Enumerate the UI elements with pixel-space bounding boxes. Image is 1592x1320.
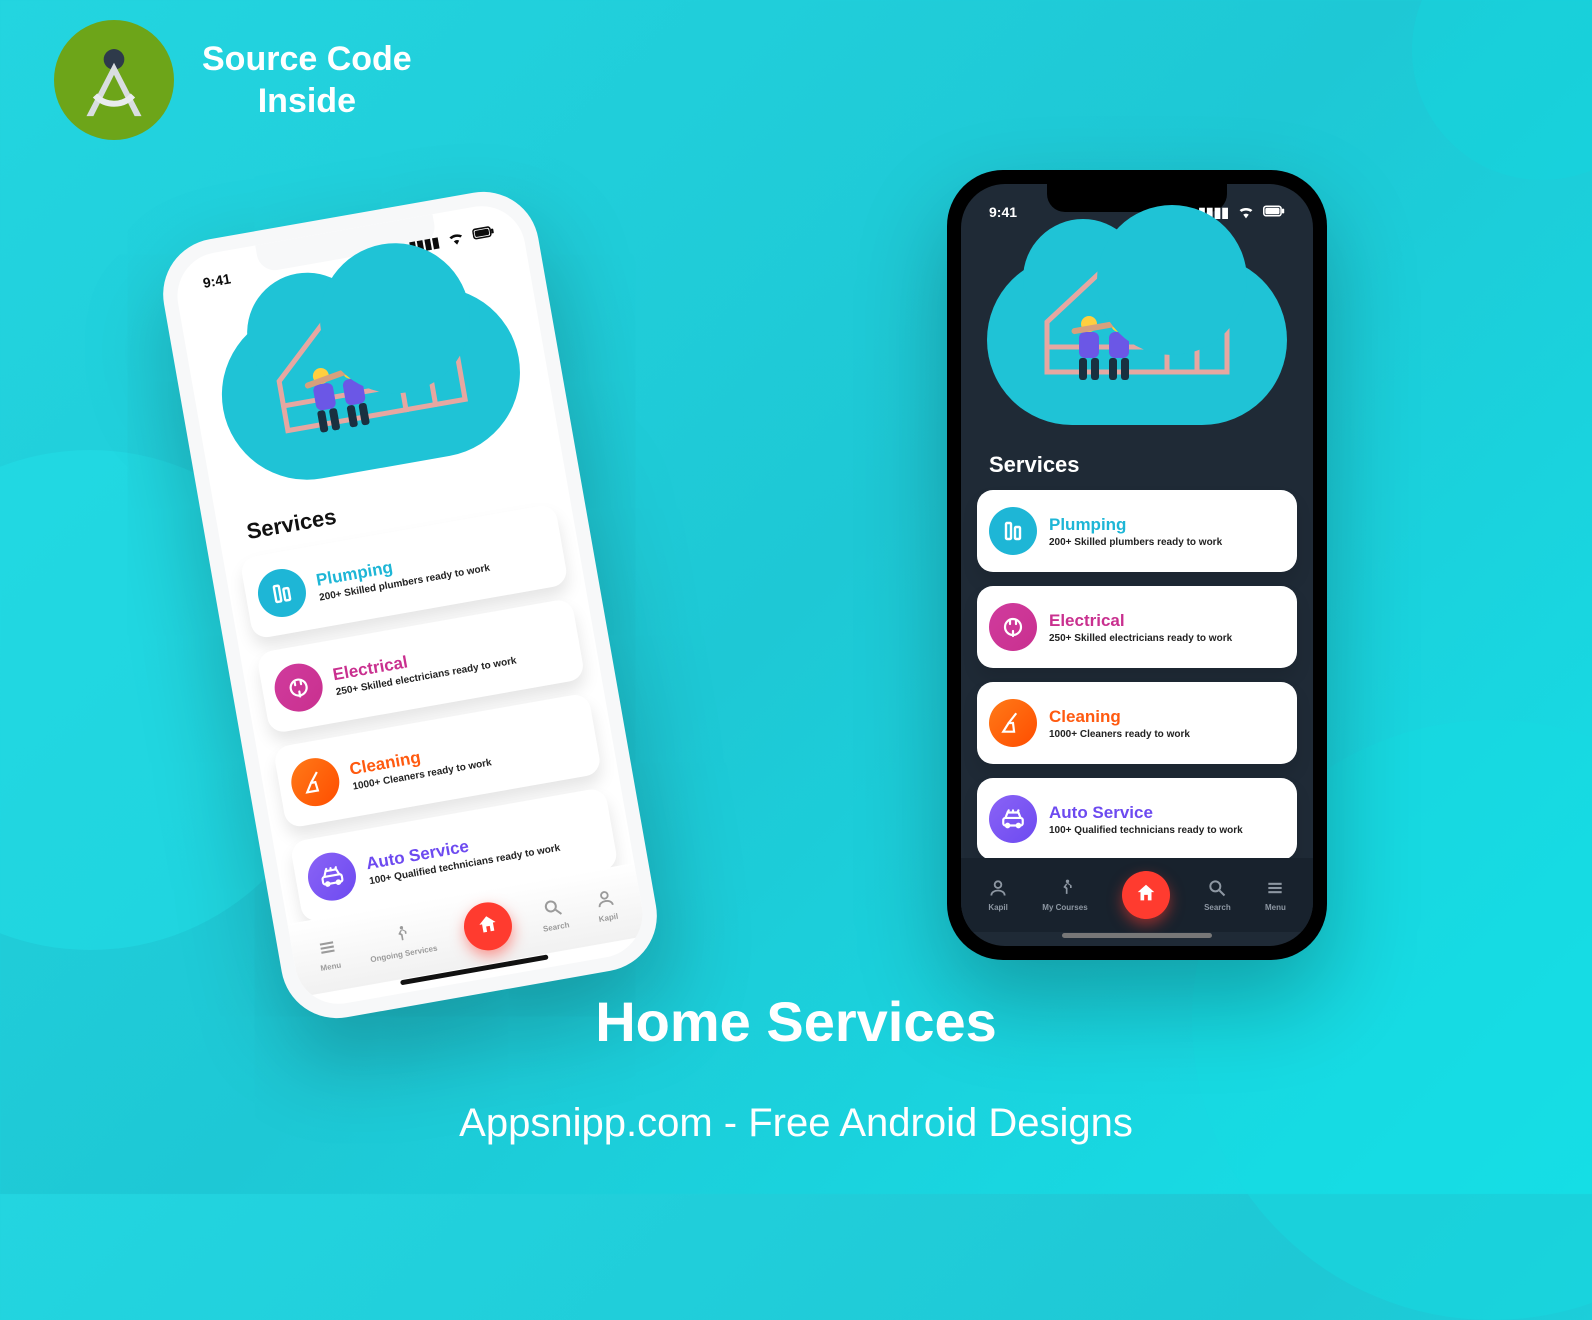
service-title: Plumping [1049,515,1222,535]
hero-illustration [961,240,1313,440]
service-subtitle: 1000+ Cleaners ready to work [1049,729,1190,740]
tab-kapil[interactable]: Kapil [988,878,1008,912]
services-list-light: Plumping200+ Skilled plumbers ready to w… [239,503,618,923]
tab-menu[interactable]: Menu [315,936,341,973]
tab-label: Menu [1265,903,1286,912]
tab-search[interactable]: Search [538,896,570,934]
service-title: Cleaning [1049,707,1190,727]
service-title: Electrical [1049,611,1232,631]
phone-dark: 9:41 ▮▮▮▮ [947,170,1327,960]
runner-icon [389,923,413,949]
tab-search[interactable]: Search [1204,878,1231,912]
badge-line2: Inside [202,80,412,123]
tab-kapil[interactable]: Kapil [593,887,619,924]
service-title: Auto Service [1049,803,1243,823]
service-subtitle: 100+ Qualified technicians ready to work [1049,825,1243,836]
broom-icon [989,699,1037,747]
wifi-icon [1235,200,1257,225]
battery-icon [1263,200,1285,225]
status-time: 9:41 [202,270,232,291]
services-list-dark: Plumping 200+ Skilled plumbers ready to w… [977,490,1297,860]
section-title: Services [245,504,339,545]
tab-home[interactable] [1122,871,1170,919]
service-subtitle: 200+ Skilled plumbers ready to work [1049,537,1222,548]
service-card-violet[interactable]: Auto Service 100+ Qualified technicians r… [977,778,1297,860]
user-icon [593,887,617,913]
broom-icon [288,754,344,810]
tab-label: Menu [320,960,342,972]
badge-line1: Source Code [202,38,412,81]
tab-home[interactable] [460,899,516,955]
plumbing-icon [254,565,310,621]
plumbing-icon [989,507,1037,555]
runner-icon [1055,878,1075,901]
plug-icon [989,603,1037,651]
car-icon [989,795,1037,843]
search-icon [541,896,565,922]
home-icon [1135,882,1157,909]
service-subtitle: 250+ Skilled electricians ready to work [1049,633,1232,644]
tabbar-dark: Kapil My Courses Search Menu [961,858,1313,932]
tab-label: Kapil [598,912,619,924]
home-icon [475,911,501,941]
battery-icon [471,219,497,247]
source-code-badge: Source Code Inside [54,20,412,140]
service-card-orange[interactable]: Cleaning 1000+ Cleaners ready to work [977,682,1297,764]
menu-icon [316,936,340,962]
tab-label: Kapil [988,903,1008,912]
android-studio-icon [54,20,174,140]
tab-my-courses[interactable]: My Courses [1042,878,1087,912]
service-card-blue[interactable]: Plumping 200+ Skilled plumbers ready to w… [977,490,1297,572]
section-title: Services [989,452,1080,478]
plug-icon [271,660,327,716]
menu-icon [1265,878,1285,901]
tab-menu[interactable]: Menu [1265,878,1286,912]
tab-label: Search [542,920,570,933]
user-icon [988,878,1008,901]
car-icon [304,849,360,905]
tab-ongoing-services[interactable]: Ongoing Services [365,919,438,964]
status-time: 9:41 [989,204,1017,220]
tab-label: My Courses [1042,903,1087,912]
service-card-pink[interactable]: Electrical 250+ Skilled electricians read… [977,586,1297,668]
page-subtitle: Appsnipp.com - Free Android Designs [459,1101,1133,1146]
page-title: Home Services [595,989,997,1054]
search-icon [1207,878,1227,901]
tab-label: Search [1204,903,1231,912]
wifi-icon [443,224,469,252]
